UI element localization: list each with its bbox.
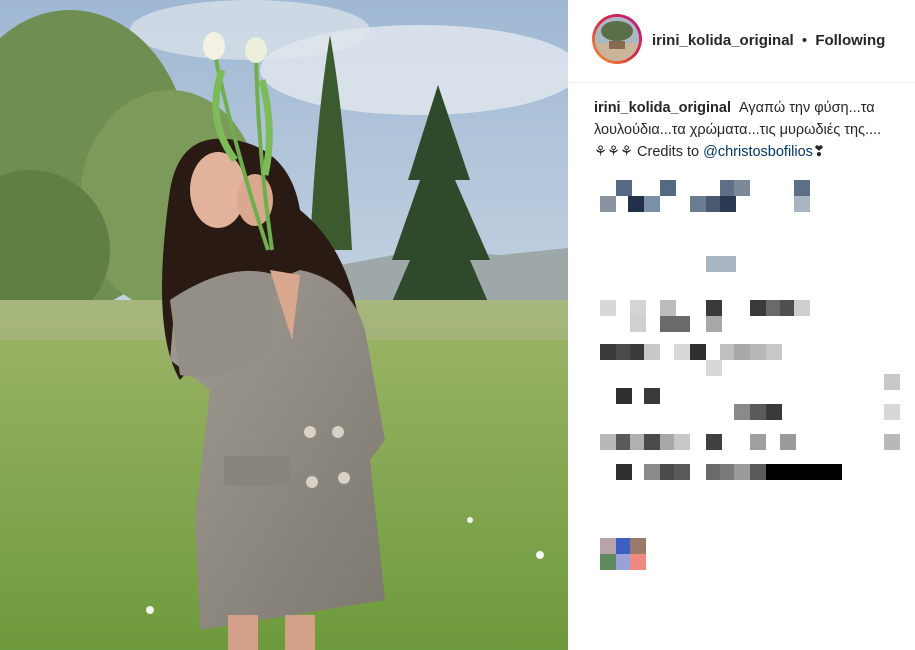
caption-mention[interactable]: @christosbofilios <box>703 144 813 160</box>
separator-dot: • <box>801 32 808 49</box>
post-header: irini_kolida_original • Following <box>568 0 915 83</box>
username-link[interactable]: irini_kolida_original <box>652 32 794 49</box>
photo-image <box>0 0 568 650</box>
heart-emoji: ❣ <box>812 144 826 160</box>
post-photo[interactable] <box>0 0 568 650</box>
following-button[interactable]: Following <box>815 32 885 49</box>
post-side-panel: irini_kolida_original • Following irini_… <box>568 0 915 650</box>
profile-avatar[interactable] <box>592 14 642 64</box>
avatar-icon <box>595 17 639 61</box>
caption-username[interactable]: irini_kolida_original <box>594 100 731 116</box>
post-caption: irini_kolida_original Αγαπώ την φύση...τ… <box>594 97 894 163</box>
pixelated-comments <box>568 160 915 650</box>
avatar-image <box>595 17 639 61</box>
